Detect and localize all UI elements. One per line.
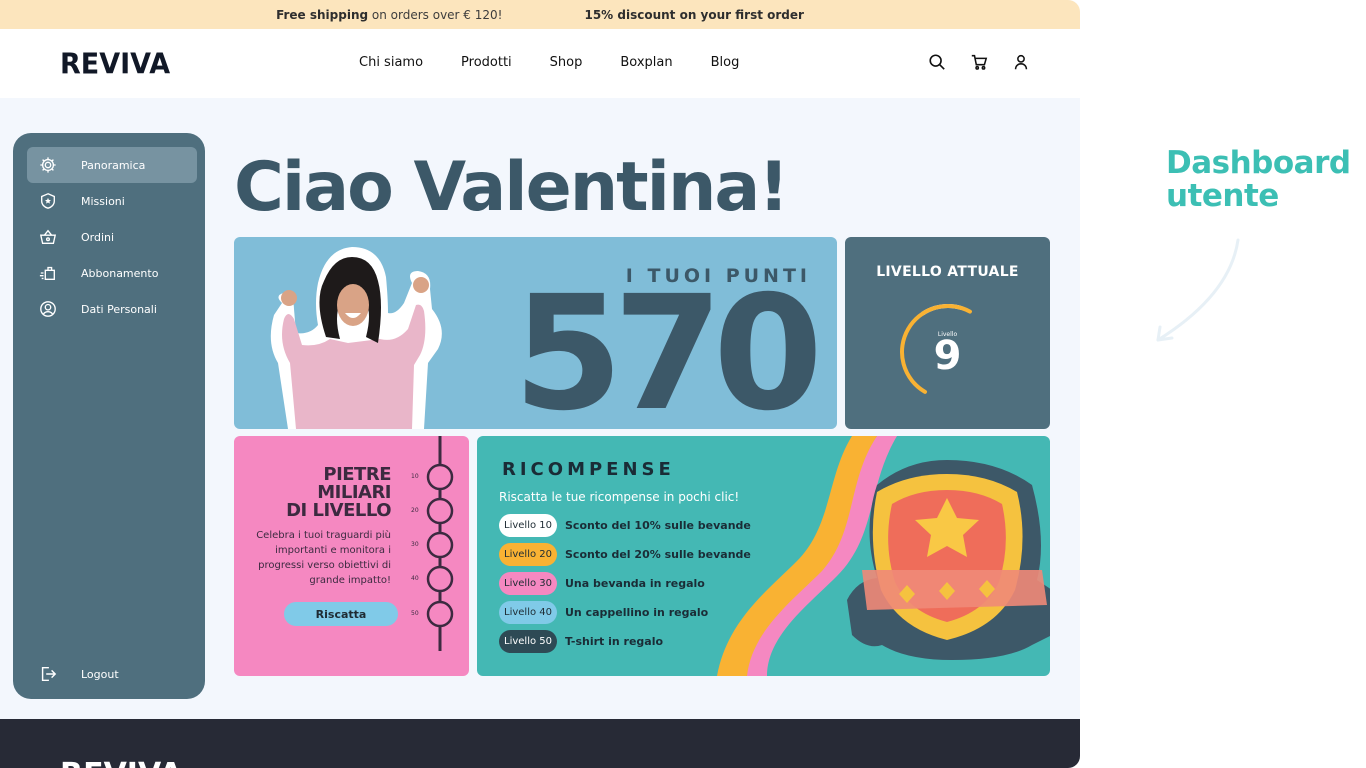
reward-row[interactable]: Livello 30 Una bevanda in regalo: [499, 572, 705, 595]
milestones-description: Celebra i tuoi traguardi più importanti …: [256, 530, 391, 586]
user-circle-icon: [38, 299, 58, 319]
logout-button[interactable]: Logout: [27, 656, 197, 692]
main-nav: Chi siamo Prodotti Shop Boxplan Blog: [359, 55, 739, 70]
level-pill: Livello 20: [499, 543, 557, 566]
reward-row[interactable]: Livello 50 T-shirt in regalo: [499, 630, 663, 653]
basket-icon: [38, 227, 58, 247]
sidebar-item-abbonamento[interactable]: Abbonamento: [27, 255, 197, 291]
annotation-arrow: [1156, 238, 1240, 342]
points-card: I TUOI PUNTI 570: [234, 237, 837, 429]
nav-chi-siamo[interactable]: Chi siamo: [359, 55, 423, 70]
dashboard-sidebar: Panoramica Missioni Ordini Abbonamento D…: [13, 133, 205, 699]
reward-row[interactable]: Livello 40 Un cappellino in regalo: [499, 601, 708, 624]
milestone-marker: 50: [411, 610, 419, 617]
rewards-title: RICOMPENSE: [502, 459, 675, 480]
header-icons: [928, 53, 1030, 71]
annotation-label: Dashboard utente: [1166, 145, 1351, 214]
woman-cheering-image: [270, 247, 442, 429]
level-pill: Livello 40: [499, 601, 557, 624]
user-icon[interactable]: [1012, 53, 1030, 71]
site-header: REVIVA Chi siamo Prodotti Shop Boxplan B…: [0, 29, 1080, 98]
level-number: 9: [933, 333, 962, 379]
sidebar-item-label: Dati Personali: [81, 302, 157, 316]
milestone-track: [426, 436, 454, 651]
milestones-title: PIETRE MILIARI DI LIVELLO: [286, 464, 391, 521]
sidebar-item-dati-personali[interactable]: Dati Personali: [27, 291, 197, 327]
logout-icon: [38, 664, 58, 684]
search-icon[interactable]: [928, 53, 946, 71]
footer-logo: REVIVA: [60, 757, 182, 768]
level-pill: Livello 50: [499, 630, 557, 653]
level-pill: Livello 30: [499, 572, 557, 595]
level-title: LIVELLO ATTUALE: [876, 264, 1019, 280]
shield-star-icon: [38, 191, 58, 211]
sidebar-item-label: Missioni: [81, 194, 125, 208]
reward-row[interactable]: Livello 10 Sconto del 10% sulle bevande: [499, 514, 751, 537]
sidebar-item-missioni[interactable]: Missioni: [27, 183, 197, 219]
page-title: Ciao Valentina!: [234, 148, 789, 227]
sidebar-item-label: Panoramica: [81, 158, 146, 172]
nav-prodotti[interactable]: Prodotti: [461, 55, 512, 70]
rewards-subtitle: Riscatta le tue ricompense in pochi clic…: [499, 490, 740, 504]
reward-row[interactable]: Livello 20 Sconto del 20% sulle bevande: [499, 543, 751, 566]
milestone-marker: 10: [411, 473, 419, 480]
reward-text: Sconto del 20% sulle bevande: [565, 548, 751, 561]
shield-star-badge-image: [847, 460, 1050, 660]
nav-boxplan[interactable]: Boxplan: [620, 55, 672, 70]
sidebar-item-panoramica[interactable]: Panoramica: [27, 147, 197, 183]
milestone-marker: 20: [411, 507, 419, 514]
reward-text: Sconto del 10% sulle bevande: [565, 519, 751, 532]
gear-icon: [38, 155, 58, 175]
redeem-button[interactable]: Riscatta: [284, 602, 398, 626]
page-frame: Free shipping on orders over € 120! 15% …: [0, 0, 1080, 768]
delivery-box-icon: [38, 263, 58, 283]
logout-label: Logout: [81, 667, 119, 681]
points-value: 570: [513, 262, 823, 429]
sidebar-item-label: Ordini: [81, 230, 115, 244]
promo-discount: 15% discount on your first order: [584, 7, 804, 22]
promo-bar: Free shipping on orders over € 120! 15% …: [0, 0, 1080, 29]
reward-text: Una bevanda in regalo: [565, 577, 705, 590]
cart-icon[interactable]: [970, 53, 988, 71]
brand-logo[interactable]: REVIVA: [60, 48, 170, 81]
sidebar-item-label: Abbonamento: [81, 266, 159, 280]
milestone-marker: 40: [411, 575, 419, 582]
level-card: LIVELLO ATTUALE Livello 9: [845, 237, 1050, 429]
promo-shipping: Free shipping on orders over € 120!: [276, 7, 503, 22]
reward-text: Un cappellino in regalo: [565, 606, 709, 619]
level-pill: Livello 10: [499, 514, 557, 537]
milestone-marker: 30: [411, 541, 419, 548]
site-footer: REVIVA: [0, 719, 1080, 768]
reward-text: T-shirt in regalo: [565, 635, 664, 648]
rewards-card: RICOMPENSE Riscatta le tue ricompense in…: [477, 436, 1050, 676]
sidebar-item-ordini[interactable]: Ordini: [27, 219, 197, 255]
nav-shop[interactable]: Shop: [550, 55, 583, 70]
milestones-card: PIETRE MILIARI DI LIVELLO Celebra i tuoi…: [234, 436, 469, 676]
nav-blog[interactable]: Blog: [711, 55, 740, 70]
